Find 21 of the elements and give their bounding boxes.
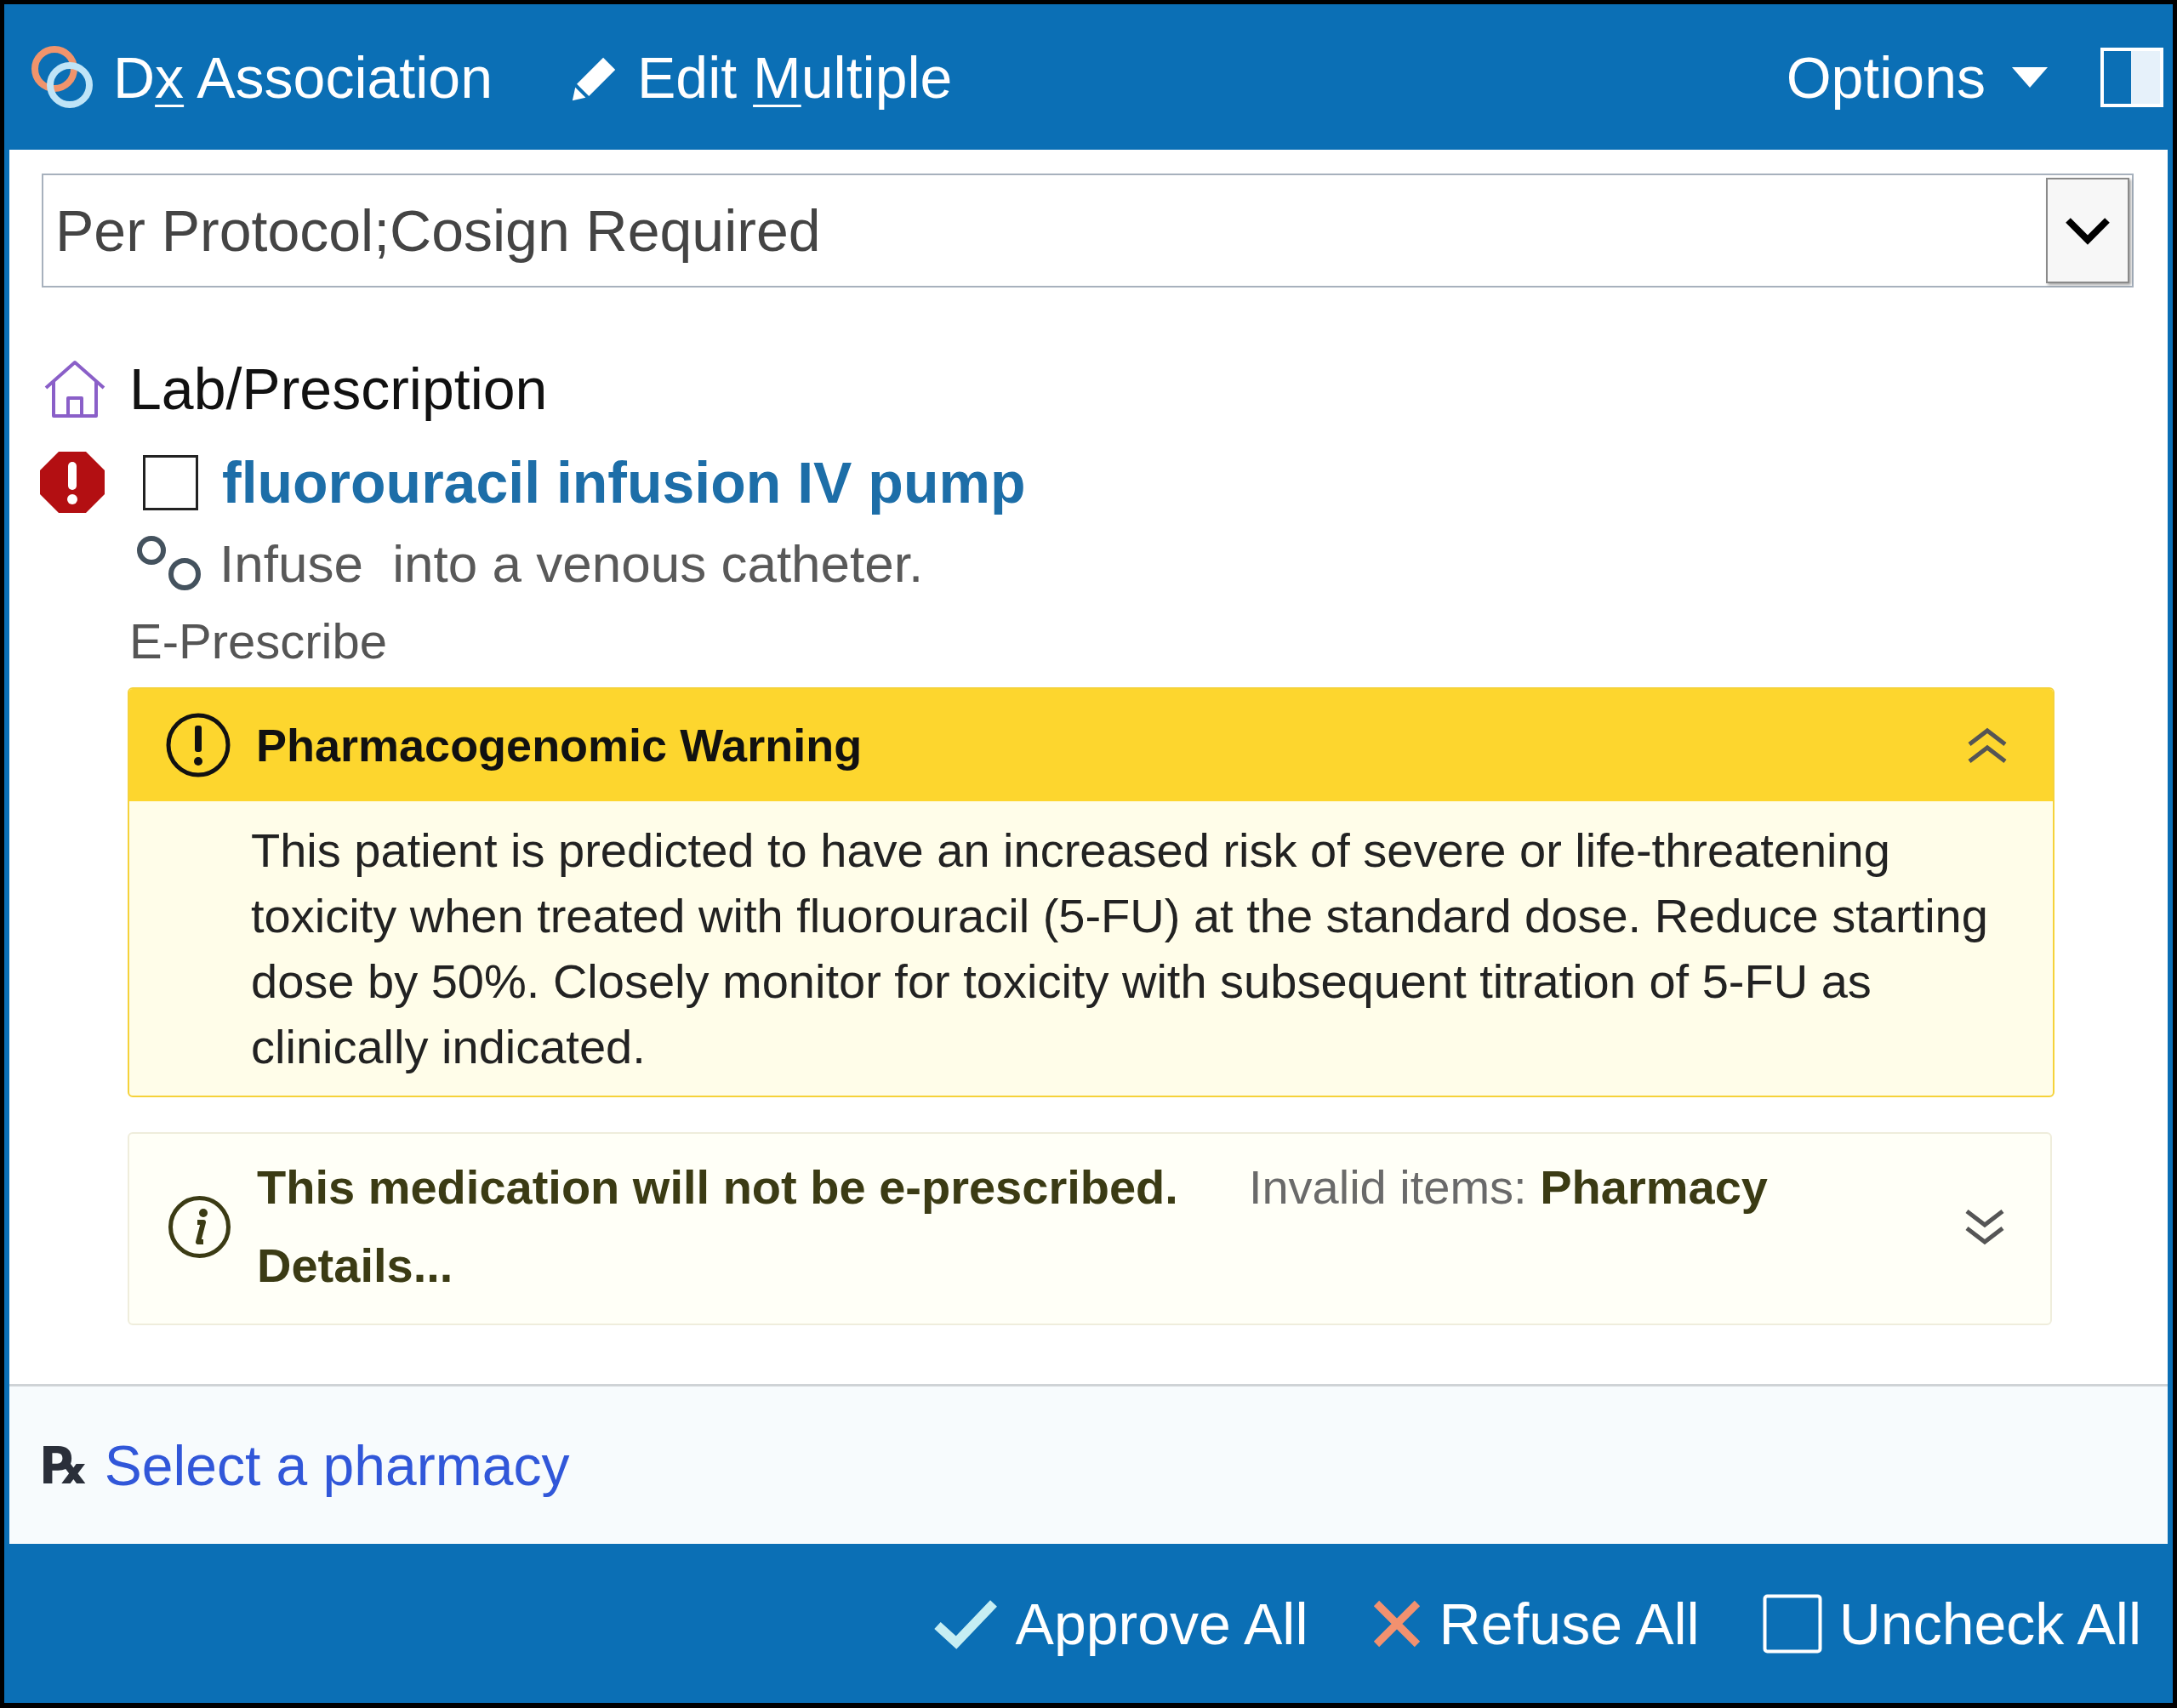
empty-checkbox-icon [1762,1593,1822,1654]
uncheck-all-button[interactable]: Uncheck All [1762,1593,2141,1654]
order-details: Infuse into a venous catheter. [219,537,924,590]
refuse-all-button[interactable]: Refuse All [1371,1594,1700,1653]
split-panel-icon[interactable] [2100,47,2163,107]
order-sentence-dropdown[interactable]: Per Protocol;Cosign Required [42,174,2134,288]
order-checkbox[interactable] [143,454,198,510]
order-type-label: E-Prescribe [129,614,387,669]
dropdown-button[interactable] [2046,178,2129,283]
details-link[interactable]: Details... [257,1227,453,1305]
warning-header-bar[interactable]: Pharmacogenomic Warning [129,689,2053,801]
info-icon [167,1193,232,1260]
warning-message: This patient is predicted to have an increased risk of severe or life-threatening toxicity when treated with fluorouracil (5-FU) at the standard dose. Reduce starting dose by 50%. Closely monitor for toxicity with subsequent titration of 5-FU as clinically indicated. [250,823,1989,1075]
dx-association-button[interactable]: Dx Association [26,41,493,113]
info-message: This medication will not be e-prescribed. [257,1159,1178,1216]
chevron-down-icon [2064,216,2111,245]
caret-down-icon [2012,66,2048,88]
alert-octagon-icon [39,451,105,514]
invalid-items-text: Invalid items: Pharmacy [1248,1159,1768,1216]
prescription-icon: ℞ [42,1439,88,1491]
exclamation-circle-icon [164,711,232,779]
